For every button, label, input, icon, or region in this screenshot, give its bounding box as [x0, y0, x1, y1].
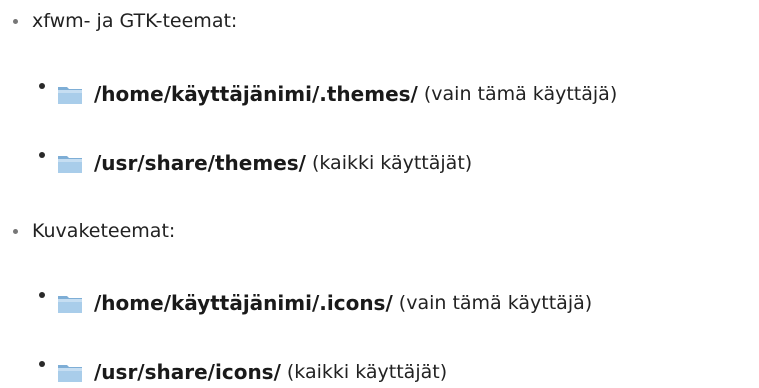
- bullet: [39, 152, 45, 158]
- path-text: /home/käyttäjänimi/.themes/: [94, 82, 418, 106]
- section-label: xfwm- ja GTK-teemat:: [32, 10, 238, 32]
- path-text: /usr/share/themes/: [94, 151, 306, 175]
- path-text: /home/käyttäjänimi/.icons/: [94, 291, 393, 315]
- note-text: (kaikki käyttäjät): [286, 361, 448, 383]
- note-text: (vain tämä käyttäjä): [423, 83, 618, 105]
- folder-icon: [58, 87, 82, 104]
- bullet: [13, 18, 18, 24]
- path-text: /usr/share/icons/: [94, 360, 281, 384]
- list-item: /home/käyttäjänimi/.themes/ (vain tämä k…: [39, 82, 617, 106]
- section-label: Kuvaketeemat:: [32, 220, 176, 242]
- bullet: [39, 361, 45, 367]
- section-item-xfwm-gtk: xfwm- ja GTK-teemat:: [13, 10, 237, 32]
- list-item: /usr/share/icons/ (kaikki käyttäjät): [39, 360, 447, 384]
- bullet: [39, 83, 45, 89]
- note-text: (vain tämä käyttäjä): [398, 292, 593, 314]
- list-item: /home/käyttäjänimi/.icons/ (vain tämä kä…: [39, 291, 592, 315]
- section-item-icon-themes: Kuvaketeemat:: [13, 220, 175, 242]
- list-item: /usr/share/themes/ (kaikki käyttäjät): [39, 151, 472, 175]
- bullet: [39, 292, 45, 298]
- note-text: (kaikki käyttäjät): [311, 152, 473, 174]
- folder-icon: [58, 156, 82, 173]
- folder-icon: [58, 365, 82, 382]
- folder-icon: [58, 296, 82, 313]
- bullet: [13, 228, 18, 234]
